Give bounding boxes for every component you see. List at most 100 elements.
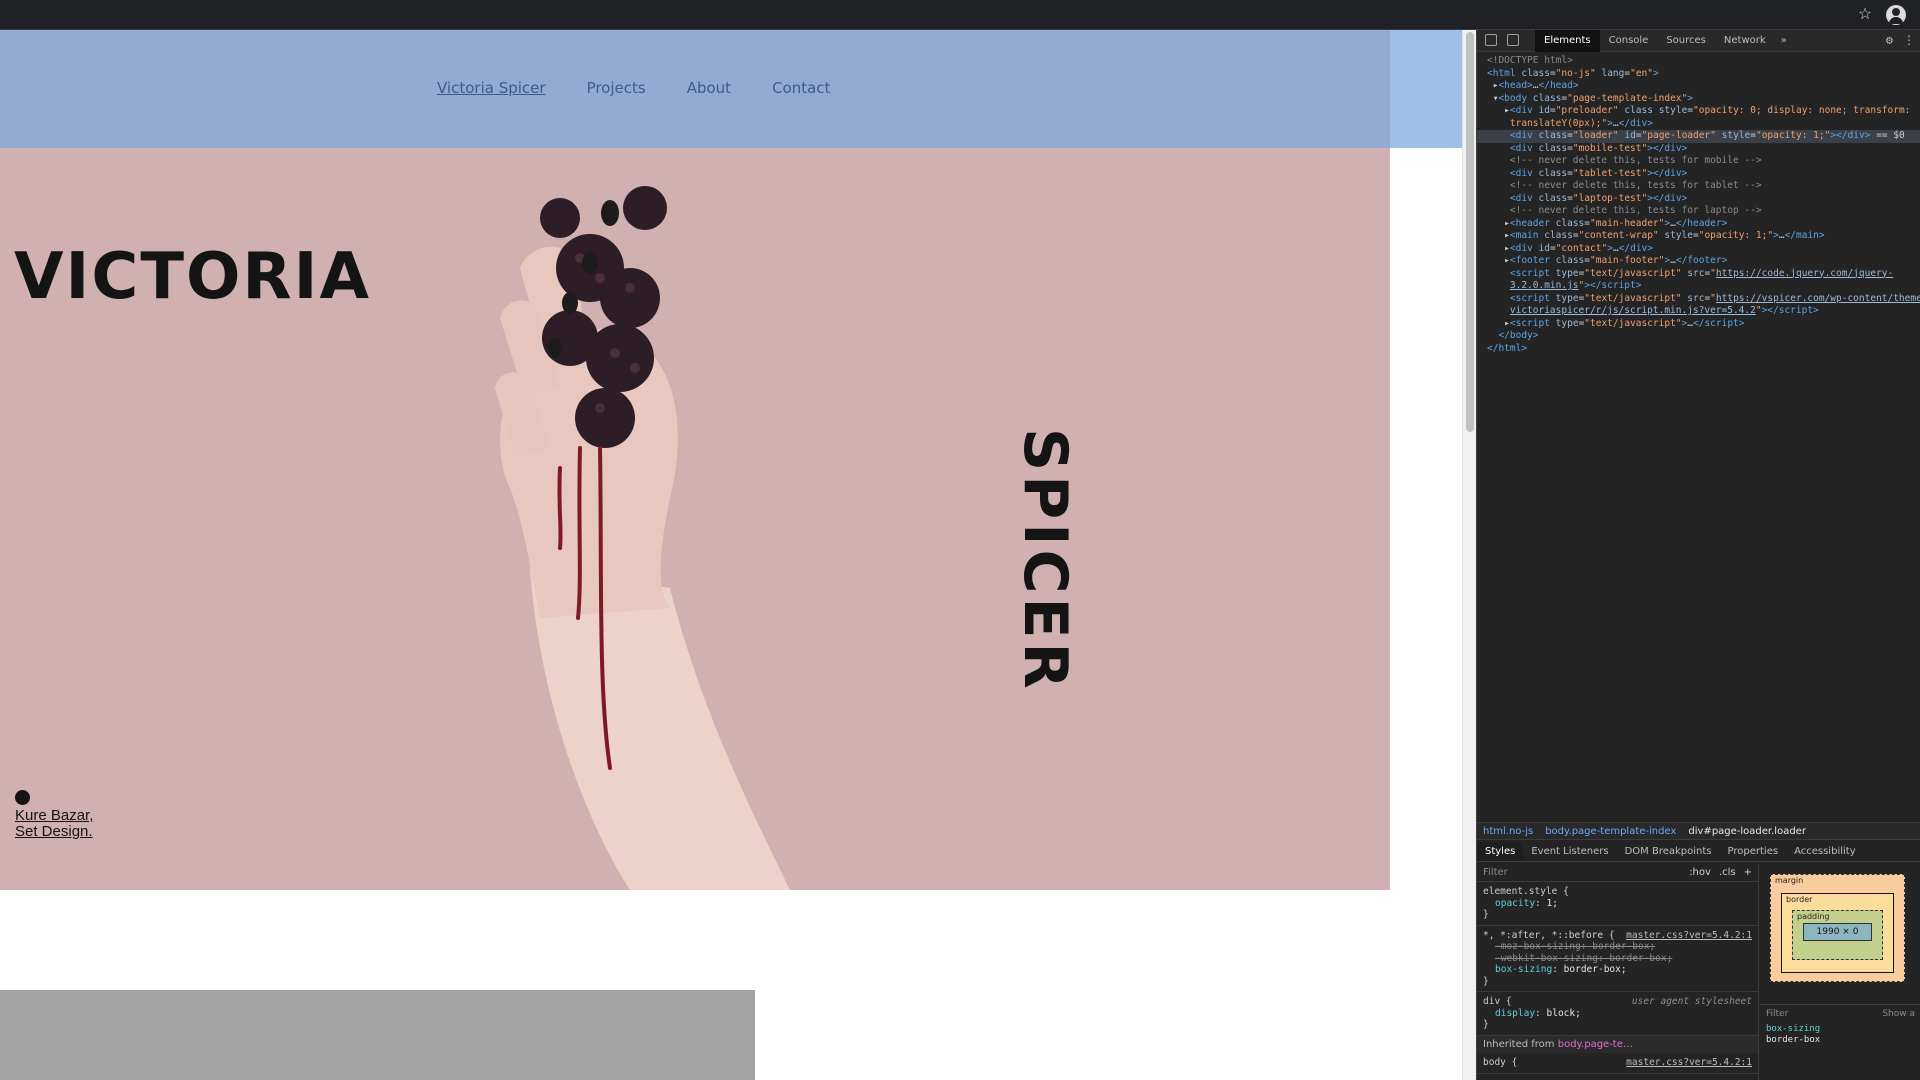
dom-node-line[interactable]: ▸<main class="content-wrap" style="opaci… bbox=[1477, 230, 1920, 243]
dom-node-line[interactable]: <!-- never delete this, tests for mobile… bbox=[1477, 155, 1920, 168]
dom-node-line[interactable]: ▸<div id="contact">…</div> bbox=[1477, 243, 1920, 256]
header-overflow-highlight bbox=[1390, 30, 1462, 148]
dom-node-line[interactable]: </body> bbox=[1477, 330, 1920, 343]
rule-close: } bbox=[1483, 909, 1489, 920]
prop-overridden[interactable]: -webkit-box-sizing: border-box; bbox=[1483, 953, 1752, 965]
hover-state-toggle[interactable]: :hov bbox=[1689, 867, 1711, 879]
rule-element-style: element.style { opacity: 1; } bbox=[1477, 882, 1758, 926]
credit-bullet bbox=[15, 790, 30, 805]
settings-gear-icon[interactable]: ⚙ bbox=[1886, 33, 1893, 47]
dom-node-line[interactable]: <script type="text/javascript" src="http… bbox=[1477, 293, 1920, 306]
dom-node-line[interactable]: <div class="tablet-test"></div> bbox=[1477, 168, 1920, 181]
hero-section: VICTORIA SPICER Kure Bazar, Set Design. bbox=[0, 148, 1390, 890]
class-toggle[interactable]: .cls bbox=[1719, 867, 1736, 879]
breadcrumb-html[interactable]: html.no-js bbox=[1483, 823, 1533, 839]
website-viewport: Victoria Spicer Projects About Contact V… bbox=[0, 30, 1476, 1080]
dom-node-line[interactable]: ▸<header class="main-header">…</header> bbox=[1477, 218, 1920, 231]
styles-panel-tabs: Styles Event Listeners DOM Breakpoints P… bbox=[1477, 842, 1920, 862]
show-all-checkbox[interactable]: Show a bbox=[1882, 1009, 1915, 1019]
dom-node-line[interactable]: <html class="no-js" lang="en"> bbox=[1477, 68, 1920, 81]
box-model-padding[interactable]: padding 1990 × 0 bbox=[1792, 910, 1883, 960]
kebab-menu-icon[interactable]: ⋮ bbox=[1903, 33, 1915, 47]
breadcrumb-body[interactable]: body.page-template-index bbox=[1545, 823, 1676, 839]
dom-tree[interactable]: <!DOCTYPE html> <html class="no-js" lang=… bbox=[1477, 55, 1920, 355]
prop-value: block; bbox=[1546, 1007, 1581, 1019]
box-model-border[interactable]: border padding 1990 × 0 bbox=[1781, 893, 1894, 973]
computed-filter-input[interactable]: Filter bbox=[1766, 1009, 1788, 1019]
dom-node-line[interactable]: ▸<footer class="main-footer">…</footer> bbox=[1477, 255, 1920, 268]
dom-node-line[interactable]: <div class="loader" id="page-loader" sty… bbox=[1477, 130, 1920, 143]
hero-hand-image bbox=[495, 186, 790, 890]
tab-sources[interactable]: Sources bbox=[1657, 30, 1715, 52]
computed-prop-name: box-sizing bbox=[1766, 1024, 1821, 1034]
tab-event-listeners[interactable]: Event Listeners bbox=[1523, 842, 1616, 861]
breadcrumb-loader[interactable]: div#page-loader.loader bbox=[1688, 823, 1806, 839]
tab-elements[interactable]: Elements bbox=[1535, 30, 1600, 52]
profile-avatar-icon[interactable] bbox=[1886, 5, 1906, 25]
dom-node-line[interactable]: <div class="mobile-test"></div> bbox=[1477, 143, 1920, 156]
add-rule-icon[interactable]: + bbox=[1744, 867, 1752, 879]
more-tabs-icon[interactable]: » bbox=[1775, 30, 1793, 52]
prop-name[interactable]: opacity bbox=[1495, 898, 1535, 909]
margin-label: margin bbox=[1775, 876, 1804, 885]
dom-node-line[interactable]: ▸<head>…</head> bbox=[1477, 80, 1920, 93]
dom-node-line[interactable]: 3.2.0.min.js"></script> bbox=[1477, 280, 1920, 293]
dom-node-line[interactable]: victoriaspicer/r/js/script.min.js?ver=5.… bbox=[1477, 305, 1920, 318]
prop-value[interactable]: 1; bbox=[1547, 898, 1558, 909]
inspect-element-icon[interactable] bbox=[1485, 34, 1497, 46]
dom-node-line[interactable]: ▸<script type="text/javascript">…</scrip… bbox=[1477, 318, 1920, 331]
devtools-tab-bar: Elements Console Sources Network » ⚙ ⋮ bbox=[1477, 30, 1920, 52]
tab-styles[interactable]: Styles bbox=[1477, 842, 1524, 861]
page-scrollbar[interactable] bbox=[1462, 30, 1476, 1080]
inherited-from-link[interactable]: body.page-te… bbox=[1558, 1039, 1633, 1050]
prop-overridden[interactable]: -moz-box-sizing: border-box; bbox=[1483, 941, 1752, 953]
prop-value[interactable]: border-box; bbox=[1564, 964, 1627, 975]
dom-node-line[interactable]: ▸<div id="preloader" class style="opacit… bbox=[1477, 105, 1920, 118]
brand-last-name: SPICER bbox=[1010, 428, 1080, 693]
dom-node-line[interactable]: translateY(0px);">…</div> bbox=[1477, 118, 1920, 131]
rule-universal: master.css?ver=5.4.2:1 *, *:after, *::be… bbox=[1477, 926, 1758, 992]
tab-accessibility[interactable]: Accessibility bbox=[1786, 842, 1864, 861]
credit-line-2[interactable]: Set Design. bbox=[15, 824, 93, 840]
nav-link-projects[interactable]: Projects bbox=[587, 79, 646, 97]
dom-node-line[interactable]: ▾<body class="page-template-index"> bbox=[1477, 93, 1920, 106]
box-model-pane: margin border padding 1990 × 0 Filter Sh… bbox=[1760, 864, 1920, 1080]
box-model-content[interactable]: 1990 × 0 bbox=[1803, 923, 1872, 941]
tab-network[interactable]: Network bbox=[1715, 30, 1775, 52]
dom-node-line[interactable]: <div class="laptop-test"></div> bbox=[1477, 193, 1920, 206]
tab-console[interactable]: Console bbox=[1600, 30, 1658, 52]
credit-line-1[interactable]: Kure Bazar, bbox=[15, 808, 93, 824]
dom-node-line[interactable]: </html> bbox=[1477, 343, 1920, 356]
styles-filter-row: Filter :hov .cls + bbox=[1477, 864, 1758, 882]
scrollbar-thumb[interactable] bbox=[1466, 32, 1474, 432]
main-nav: Victoria Spicer Projects About Contact bbox=[437, 79, 830, 97]
dom-node-line[interactable]: <!DOCTYPE html> bbox=[1477, 55, 1920, 68]
user-agent-label: user agent stylesheet bbox=[1631, 996, 1752, 1007]
dom-node-line[interactable]: <script type="text/javascript" src="http… bbox=[1477, 268, 1920, 281]
inherited-header: Inherited from body.page-te… bbox=[1477, 1035, 1758, 1053]
next-project-image[interactable] bbox=[0, 990, 755, 1080]
prop-name: display bbox=[1495, 1007, 1536, 1019]
prop-name[interactable]: box-sizing bbox=[1495, 964, 1552, 975]
tab-dom-breakpoints[interactable]: DOM Breakpoints bbox=[1617, 842, 1720, 861]
rule-source-link[interactable]: master.css?ver=5.4.2:1 bbox=[1626, 1057, 1752, 1069]
dom-node-line[interactable]: <!-- never delete this, tests for laptop… bbox=[1477, 205, 1920, 218]
nav-link-home[interactable]: Victoria Spicer bbox=[437, 79, 546, 97]
dom-breadcrumbs: html.no-js body.page-template-index div#… bbox=[1477, 822, 1920, 840]
rule-div: user agent stylesheet div { display: blo… bbox=[1477, 992, 1758, 1036]
rule-source-link[interactable]: master.css?ver=5.4.2:1 bbox=[1626, 930, 1752, 942]
device-toolbar-icon[interactable] bbox=[1507, 34, 1519, 46]
brand-first-name: VICTORIA bbox=[14, 240, 371, 314]
styles-filter-input[interactable]: Filter bbox=[1483, 867, 1508, 879]
bookmark-star-icon[interactable]: ☆ bbox=[1856, 6, 1874, 24]
tab-properties[interactable]: Properties bbox=[1720, 842, 1787, 861]
box-model-margin[interactable]: margin border padding 1990 × 0 bbox=[1770, 874, 1905, 982]
nav-link-contact[interactable]: Contact bbox=[772, 79, 830, 97]
border-label: border bbox=[1786, 895, 1813, 904]
hero-credit-link[interactable]: Kure Bazar, Set Design. bbox=[15, 808, 93, 840]
computed-property[interactable]: box-sizing border-box bbox=[1766, 1024, 1820, 1046]
dom-node-line[interactable]: <!-- never delete this, tests for tablet… bbox=[1477, 180, 1920, 193]
rule-selector: element.style { bbox=[1483, 886, 1569, 897]
styles-pane: Filter :hov .cls + element.style { opaci… bbox=[1477, 864, 1759, 1080]
nav-link-about[interactable]: About bbox=[687, 79, 731, 97]
